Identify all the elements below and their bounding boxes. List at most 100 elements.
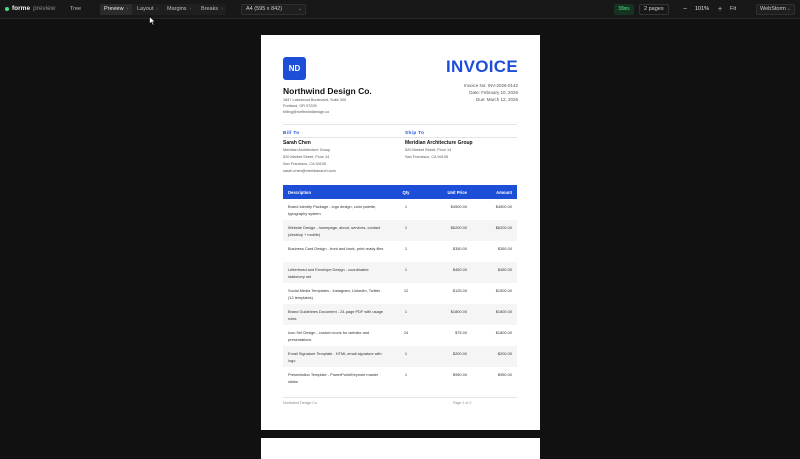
item-description: Business Card Design - front and back, p… bbox=[288, 246, 384, 251]
invoice-page-2 bbox=[261, 438, 540, 459]
ship-to-name: Meridian Architecture Group bbox=[405, 140, 473, 146]
column-header-amount: Amount bbox=[496, 190, 512, 195]
item-unit-price: $75.00 bbox=[455, 330, 467, 335]
item-unit-price: $1800.00 bbox=[450, 309, 467, 314]
tab-layout[interactable]: Layout › bbox=[133, 4, 162, 15]
table-row: Letterhead and Envelope Design - coordin… bbox=[283, 262, 517, 283]
item-unit-price: $200.00 bbox=[452, 351, 467, 356]
tab-preview[interactable]: Preview › bbox=[100, 4, 133, 15]
tab-breaks[interactable]: Breaks › bbox=[197, 4, 227, 15]
render-time-badge: 38ms bbox=[614, 4, 635, 15]
table-row: Presentation Template - PowerPoint/Keyno… bbox=[283, 367, 517, 388]
item-amount: $950.00 bbox=[497, 372, 512, 377]
invoice-page-1: ND Northwind Design Co. 1847 Lakewood Bo… bbox=[261, 35, 540, 430]
table-row: Icon Set Design - custom icons for websi… bbox=[283, 325, 517, 346]
bill-to-name: Sarah Chen bbox=[283, 140, 311, 146]
item-amount: $4500.00 bbox=[495, 204, 512, 209]
item-qty: 1 bbox=[404, 267, 408, 272]
item-description: Brand Guidelines Document - 24-page PDF … bbox=[288, 309, 383, 321]
item-description: Website Design - homepage, about, servic… bbox=[288, 225, 381, 237]
column-header-qty: Qty bbox=[402, 190, 410, 195]
chevron-right-icon: › bbox=[126, 6, 129, 12]
item-unit-price: $950.00 bbox=[452, 372, 467, 377]
footer-company: Northwind Design Co. bbox=[283, 401, 318, 405]
table-row: Business Card Design - front and back, p… bbox=[283, 241, 517, 262]
column-header-description: Description bbox=[288, 190, 312, 195]
item-description: Presentation Template - PowerPoint/Keyno… bbox=[288, 372, 379, 384]
chevron-down-icon: ⌄ bbox=[786, 6, 791, 12]
item-unit-price: $6200.00 bbox=[450, 225, 467, 230]
zoom-in-button[interactable]: + bbox=[715, 4, 725, 15]
zoom-level: 101% bbox=[695, 6, 710, 12]
table-header: Description Qty Unit Price Amount bbox=[283, 185, 517, 199]
bill-to-street: 520 Market Street, Floor 14 bbox=[283, 155, 330, 159]
item-description: Social Media Templates - Instagram, Link… bbox=[288, 288, 381, 300]
page-count-badge: 2 pages bbox=[639, 4, 669, 15]
footer-page-number: Page 1 of 2 bbox=[453, 401, 472, 405]
item-qty: 1 bbox=[404, 204, 408, 209]
page-size-select[interactable]: A4 (595 x 842) ⌄ bbox=[241, 4, 306, 15]
tab-margins[interactable]: Margins › bbox=[163, 4, 195, 15]
ship-to-street: 520 Market Street, Floor 14 bbox=[405, 148, 452, 152]
table-row: Email Signature Template - HTML email si… bbox=[283, 346, 517, 367]
item-amount: $1800.00 bbox=[495, 330, 512, 335]
item-unit-price: $350.00 bbox=[452, 246, 467, 251]
editor-select-value: WebStorm bbox=[760, 6, 786, 12]
item-qty: 1 bbox=[404, 309, 408, 314]
bill-to-heading: Bill To bbox=[283, 130, 300, 135]
tab-layout-label: Layout bbox=[137, 6, 154, 12]
item-qty: 12 bbox=[403, 288, 409, 293]
brand-dot-icon bbox=[5, 6, 9, 11]
item-unit-price: $125.00 bbox=[452, 288, 467, 293]
party-divider bbox=[283, 137, 517, 138]
bill-to-company: Meridian Architecture Group bbox=[283, 148, 331, 152]
item-amount: $450.00 bbox=[497, 267, 512, 272]
invoice-number: Invoice No: INV-2026-0142 bbox=[463, 83, 518, 88]
tab-margins-label: Margins bbox=[167, 6, 187, 12]
company-logo: ND bbox=[283, 57, 306, 80]
item-qty: 1 bbox=[404, 246, 408, 251]
brand-name: forme bbox=[12, 5, 31, 12]
item-description: Icon Set Design - custom icons for websi… bbox=[288, 330, 370, 342]
tree-button[interactable]: Tree bbox=[66, 4, 85, 15]
item-amount: $1500.00 bbox=[495, 288, 512, 293]
item-qty: 24 bbox=[403, 330, 409, 335]
ship-to-city: San Francisco, CA 94105 bbox=[405, 155, 449, 159]
ship-to-heading: Ship To bbox=[405, 130, 425, 135]
invoice-due-date: Due: March 12, 2026 bbox=[475, 97, 518, 102]
chevron-down-icon: ⌄ bbox=[297, 6, 302, 12]
invoice-title: INVOICE bbox=[445, 57, 518, 76]
table-row: Brand Guidelines Document - 24-page PDF … bbox=[283, 304, 517, 325]
invoice-date: Date: February 10, 2026 bbox=[469, 90, 518, 95]
mouse-cursor-icon bbox=[149, 16, 156, 26]
item-description: Letterhead and Envelope Design - coordin… bbox=[288, 267, 369, 279]
company-name: Northwind Design Co. bbox=[283, 86, 372, 96]
editor-select[interactable]: WebStorm ⌄ bbox=[756, 4, 795, 15]
item-description: Brand Identity Package - logo design, co… bbox=[288, 204, 377, 216]
table-row: Social Media Templates - Instagram, Link… bbox=[283, 283, 517, 304]
table-row: Brand Identity Package - logo design, co… bbox=[283, 199, 517, 220]
company-address-1: 1847 Lakewood Boulevard, Suite 300 bbox=[283, 98, 347, 102]
item-qty: 1 bbox=[404, 351, 408, 356]
item-amount: $1800.00 bbox=[495, 309, 512, 314]
page-size-value: A4 (595 x 842) bbox=[246, 6, 283, 12]
brand-subtitle: preview bbox=[33, 5, 56, 12]
item-qty: 1 bbox=[404, 225, 408, 230]
item-amount: $6200.00 bbox=[495, 225, 512, 230]
fit-button[interactable]: Fit bbox=[730, 4, 736, 15]
item-amount: $200.00 bbox=[497, 351, 512, 356]
company-email: billing@northwinddesign.co bbox=[283, 110, 330, 114]
tab-preview-label: Preview bbox=[104, 6, 124, 12]
header-divider bbox=[283, 124, 517, 125]
company-address-2: Portland, OR 97205 bbox=[283, 104, 317, 108]
table-row: Website Design - homepage, about, servic… bbox=[283, 220, 517, 241]
brand: forme preview bbox=[5, 5, 55, 12]
tab-breaks-label: Breaks bbox=[201, 6, 219, 12]
item-amount: $350.00 bbox=[497, 246, 512, 251]
bill-to-email: sarah.chen@meridianarch.com bbox=[283, 169, 336, 173]
zoom-out-button[interactable]: − bbox=[680, 4, 690, 15]
bill-to-city: San Francisco, CA 94105 bbox=[283, 162, 327, 166]
column-header-unit-price: Unit Price bbox=[447, 190, 467, 195]
item-qty: 1 bbox=[404, 372, 408, 377]
item-unit-price: $450.00 bbox=[452, 267, 467, 272]
